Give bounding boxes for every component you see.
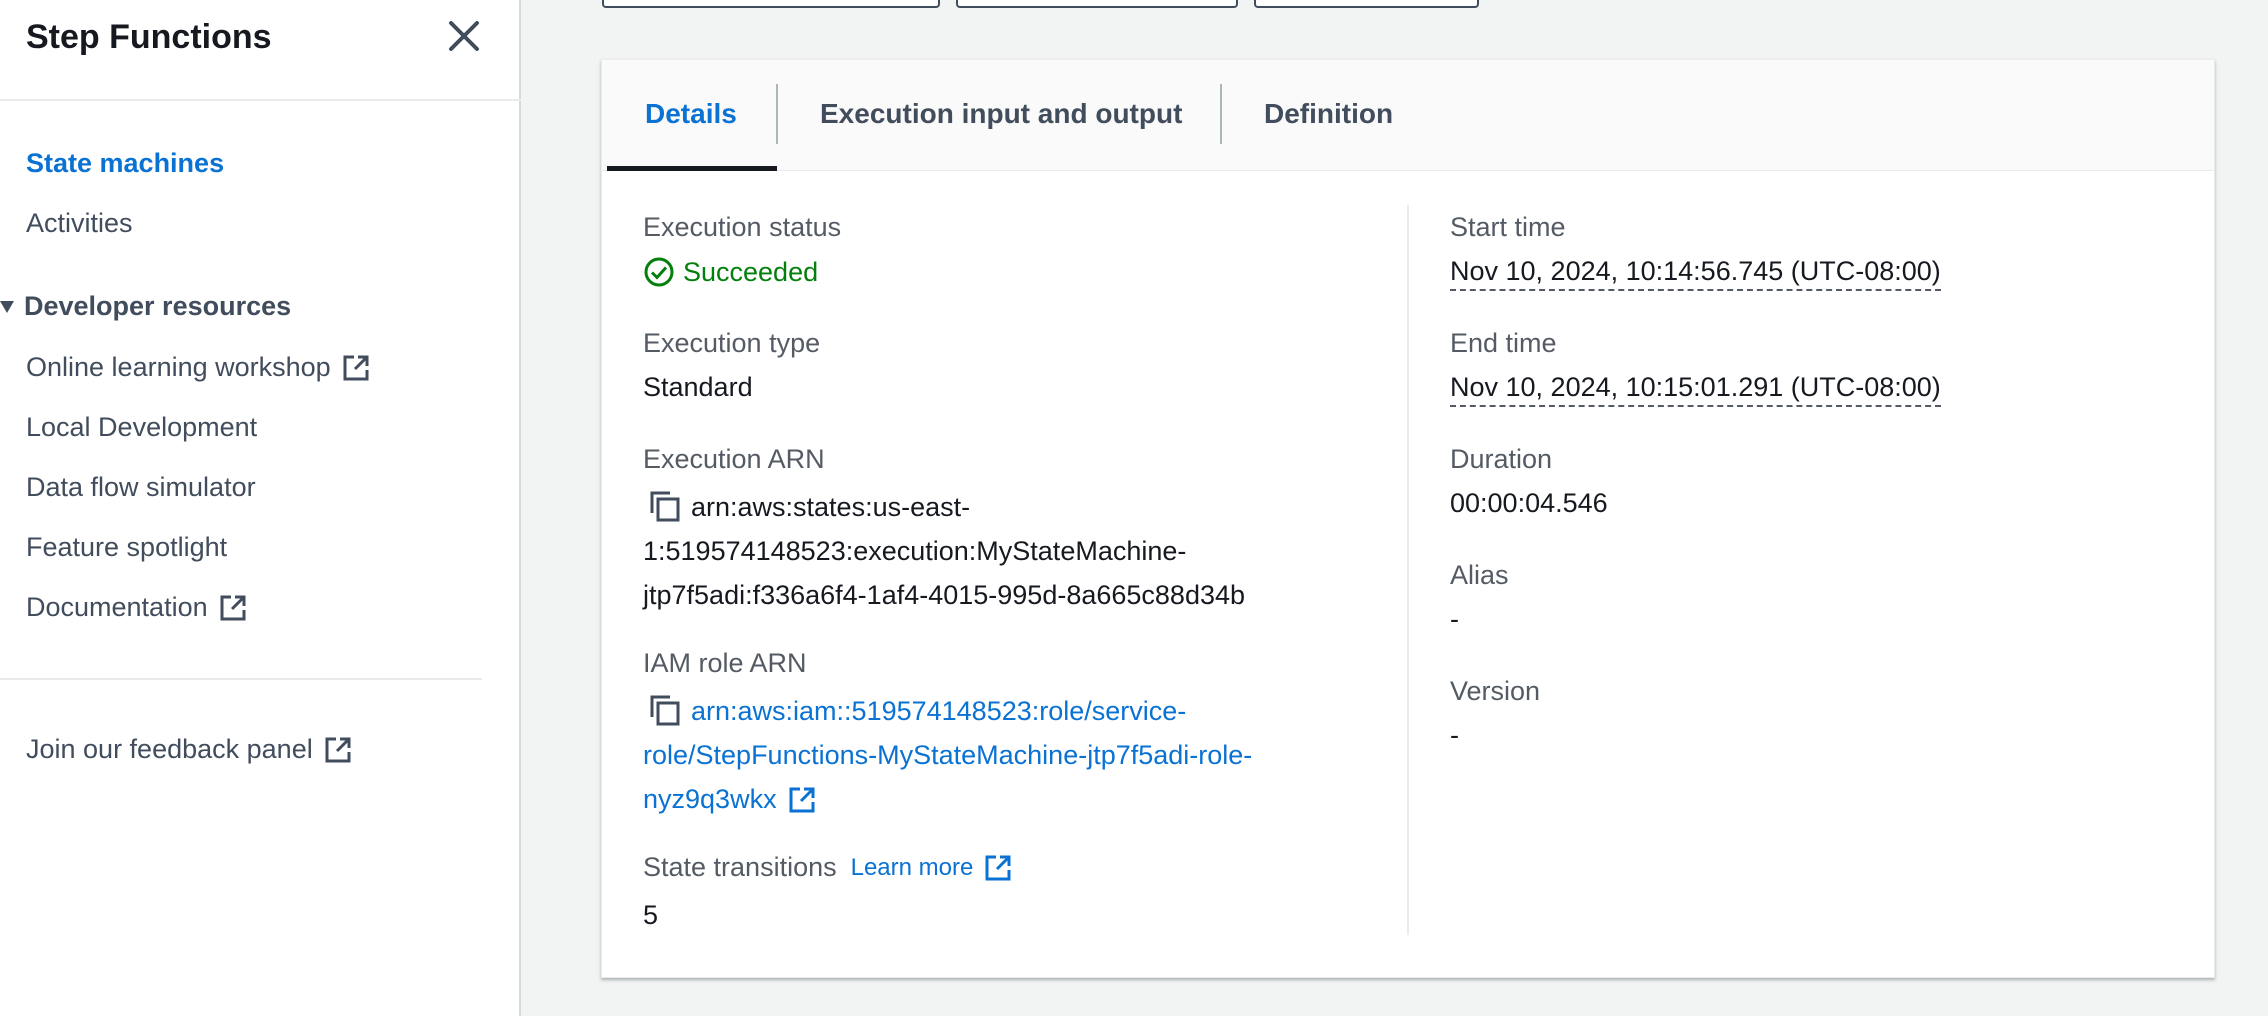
sidebar-item-data-flow-simulator[interactable]: Data flow simulator xyxy=(26,472,256,503)
external-link-icon xyxy=(220,595,246,620)
iam-role-arn-link[interactable]: arn:aws:iam::519574148523:role/service- xyxy=(691,696,1186,727)
copy-icon[interactable] xyxy=(648,489,682,523)
state-transitions-value: 5 xyxy=(643,900,659,930)
iam-role-arn-link[interactable]: role/StepFunctions-MyStateMachine-jtp7f5… xyxy=(643,740,1252,771)
close-icon xyxy=(449,21,479,51)
execution-type-value: Standard xyxy=(643,372,753,402)
duration-value: 00:00:04.546 xyxy=(1450,488,1608,518)
alias-label: Alias xyxy=(1450,560,1509,590)
learn-more-label: Learn more xyxy=(850,853,974,881)
feedback-label: Join our feedback panel xyxy=(26,734,313,764)
execution-details-panel: Details Execution input and output Defin… xyxy=(601,59,2215,978)
duration-label: Duration xyxy=(1450,444,1553,474)
start-time-label: Start time xyxy=(1450,212,1566,242)
sidebar-item-feature-spotlight[interactable]: Feature spotlight xyxy=(26,532,227,563)
iam-role-arn-label: IAM role ARN xyxy=(643,648,807,678)
external-link-icon xyxy=(343,355,369,380)
external-link-icon xyxy=(789,787,815,812)
sidebar-item-documentation[interactable]: Documentation xyxy=(26,592,248,623)
iam-role-arn-link[interactable]: nyz9q3wkx xyxy=(643,784,817,815)
sidebar-item-label: Documentation xyxy=(26,592,208,622)
sidebar-item-label: Online learning workshop xyxy=(26,352,331,382)
execution-status-label: Execution status xyxy=(643,212,842,242)
sidebar-item-state-machines[interactable]: State machines xyxy=(26,148,224,179)
learn-more-link[interactable]: Learn more xyxy=(851,853,1014,883)
version-label: Version xyxy=(1450,676,1541,706)
sidebar-item-activities[interactable]: Activities xyxy=(26,208,133,239)
sidebar-item-label: State machines xyxy=(26,148,225,178)
caret-down-icon xyxy=(0,300,14,313)
iam-role-arn-line: nyz9q3wkx xyxy=(643,784,777,814)
execution-arn-label: Execution ARN xyxy=(643,444,825,474)
action-button[interactable] xyxy=(1254,0,1479,8)
action-button[interactable] xyxy=(602,0,940,8)
version-value: - xyxy=(1450,720,1459,750)
sidebar: Step Functions State machines Activities… xyxy=(0,0,521,1016)
sidebar-item-local-development[interactable]: Local Development xyxy=(26,412,257,443)
execution-arn-line: jtp7f5adi:f336a6f4-1af4-4015-995d-8a665c… xyxy=(643,580,1246,610)
sidebar-item-label: Local Development xyxy=(26,412,258,442)
sidebar-header: Step Functions xyxy=(0,0,521,101)
state-transitions-header: State transitions Learn more xyxy=(643,852,1013,883)
status-text: Succeeded xyxy=(683,256,819,287)
execution-arn-line: 1:519574148523:execution:MyStateMachine- xyxy=(643,536,1187,566)
execution-status-value: Succeeded xyxy=(643,256,818,288)
execution-type-label: Execution type xyxy=(643,328,821,358)
copy-icon[interactable] xyxy=(648,693,682,727)
developer-resources-section-toggle[interactable]: Developer resources xyxy=(0,291,291,322)
sidebar-title: Step Functions xyxy=(26,18,272,56)
external-link-icon xyxy=(985,855,1011,880)
end-time-label: End time xyxy=(1450,328,1557,358)
state-transitions-label: State transitions xyxy=(643,852,837,882)
success-check-icon xyxy=(644,257,674,287)
tab-details[interactable]: Details xyxy=(645,98,737,130)
tab-separator xyxy=(1220,84,1222,144)
tab-bar: Details Execution input and output Defin… xyxy=(602,60,2214,171)
alias-value: - xyxy=(1450,604,1459,634)
external-link-icon xyxy=(325,737,351,762)
tab-definition[interactable]: Definition xyxy=(1264,98,1393,130)
sidebar-item-label: Data flow simulator xyxy=(26,472,256,502)
active-tab-indicator xyxy=(607,166,777,171)
execution-arn-line: arn:aws:states:us-east- xyxy=(691,492,971,522)
close-sidebar-button[interactable] xyxy=(446,16,482,56)
tab-separator xyxy=(776,84,778,144)
feedback-panel-link[interactable]: Join our feedback panel xyxy=(26,734,353,765)
start-time-value[interactable]: Nov 10, 2024, 10:14:56.745 (UTC-08:00) xyxy=(1450,256,1941,291)
sidebar-divider xyxy=(0,678,482,680)
tab-execution-input-output[interactable]: Execution input and output xyxy=(820,98,1182,130)
action-button[interactable] xyxy=(956,0,1238,8)
end-time-value[interactable]: Nov 10, 2024, 10:15:01.291 (UTC-08:00) xyxy=(1450,372,1941,407)
sidebar-item-label: Activities xyxy=(26,208,133,238)
section-label: Developer resources xyxy=(24,291,292,321)
sidebar-item-label: Feature spotlight xyxy=(26,532,228,562)
sidebar-item-online-learning-workshop[interactable]: Online learning workshop xyxy=(26,352,371,383)
column-divider xyxy=(1407,205,1409,935)
